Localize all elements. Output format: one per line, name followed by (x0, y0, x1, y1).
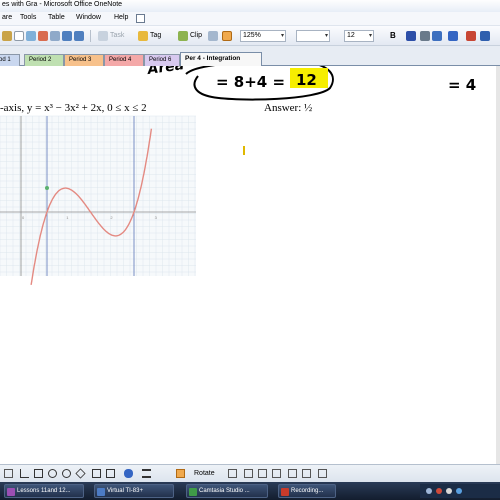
bullets-icon[interactable] (432, 31, 442, 41)
handwriting-result: 12 (296, 71, 317, 89)
taskbar-item-virtual-ti[interactable]: Virtual TI-83+ (94, 484, 174, 498)
windows-taskbar: Lessons 11and 12... Virtual TI-83+ Camta… (0, 482, 500, 500)
volume-icon[interactable] (446, 488, 452, 494)
handwriting-sum: = 8+4 = (216, 73, 285, 91)
arrange-icon[interactable] (244, 469, 253, 478)
drawing-toolbar: Rotate (0, 464, 500, 482)
section-tabs: od 1 Period 2 Period 3 Period 4 Period 6… (0, 46, 500, 67)
chevron-down-icon: ▾ (280, 33, 284, 39)
menu-bar: are Tools Table Window Help (0, 12, 500, 26)
rectangle-icon[interactable] (34, 469, 43, 478)
page-icon[interactable] (14, 31, 24, 41)
lasso-icon[interactable] (176, 469, 185, 478)
align-icon[interactable] (258, 469, 267, 478)
menu-item-help[interactable]: Help (114, 14, 128, 21)
standard-toolbar: Task Tag Clip 125% ▾ ▾ 12 ▾ B (0, 26, 500, 46)
copy-icon[interactable] (50, 31, 60, 41)
undo-icon[interactable] (62, 31, 72, 41)
format-icon[interactable] (420, 31, 430, 41)
line-weight-icon[interactable] (142, 469, 151, 478)
font-size-value: 12 (347, 32, 355, 39)
max-point-marker (45, 186, 49, 190)
clip-icon[interactable] (178, 31, 188, 41)
taskbar-label: Recording... (291, 488, 324, 494)
menu-item-table[interactable]: Table (48, 14, 65, 21)
folder-icon[interactable] (2, 31, 12, 41)
bluetooth-icon[interactable] (456, 488, 462, 494)
function-graph: -10123 (0, 115, 196, 286)
camtasia-icon (189, 488, 197, 496)
grid-icon[interactable] (92, 469, 101, 478)
graph-background (0, 116, 196, 276)
clip-button[interactable]: Clip (190, 32, 202, 39)
tab-period-4[interactable]: Period 4 (104, 54, 144, 66)
line-icon[interactable] (20, 469, 29, 478)
menu-item-tools[interactable]: Tools (20, 14, 36, 21)
title-bar: es with Gra - Microsoft Office OneNote (0, 0, 500, 12)
more-tools-icon[interactable] (318, 469, 327, 478)
flip-icon[interactable] (228, 469, 237, 478)
cut-icon[interactable] (38, 31, 48, 41)
onenote-icon (7, 488, 15, 496)
toolbar-separator (90, 30, 91, 42)
pen-icon[interactable] (480, 31, 490, 41)
diamond-icon[interactable] (75, 468, 86, 479)
tab-per-4-integration[interactable]: Per 4 - Integration (180, 52, 262, 67)
taskbar-item-camtasia[interactable]: Camtasia Studio ... (186, 484, 268, 498)
page-scrollbar[interactable] (496, 66, 500, 464)
ungroup-icon[interactable] (302, 469, 311, 478)
axes-icon[interactable] (106, 469, 115, 478)
menu-item-window[interactable]: Window (76, 14, 101, 21)
taskbar-item-lessons[interactable]: Lessons 11and 12... (4, 484, 84, 498)
group-icon[interactable] (288, 469, 297, 478)
tag-icon[interactable] (138, 31, 148, 41)
chevron-down-icon: ▾ (368, 33, 372, 39)
task-button[interactable]: Task (110, 32, 124, 39)
note-page[interactable]: Area = 8+4 = 12 = 4 -axis, y = x³ − 3x² … (0, 66, 500, 464)
taskbar-item-recording[interactable]: Recording... (278, 484, 336, 498)
print-icon[interactable] (26, 31, 36, 41)
alert-icon[interactable] (436, 488, 442, 494)
answer-text: Answer: ½ (264, 102, 312, 114)
tab-period-1[interactable]: od 1 (0, 54, 20, 66)
record-icon (281, 488, 289, 496)
pen-mode-icon[interactable] (222, 31, 232, 41)
distribute-icon[interactable] (272, 469, 281, 478)
circle-icon[interactable] (62, 469, 71, 478)
chevron-down-icon: ▾ (324, 33, 328, 39)
zoom-value: 125% (243, 32, 261, 39)
font-color-icon[interactable] (406, 31, 416, 41)
tab-period-3[interactable]: Period 3 (64, 54, 104, 66)
zoom-select[interactable]: 125% ▾ (240, 30, 286, 42)
handwriting-right: = 4 (448, 76, 476, 94)
eraser-icon[interactable] (466, 31, 476, 41)
tab-period-2[interactable]: Period 2 (24, 54, 64, 66)
network-icon[interactable] (426, 488, 432, 494)
screen-icon[interactable] (208, 31, 218, 41)
calculator-icon (97, 488, 105, 496)
taskbar-label: Virtual TI-83+ (107, 488, 143, 494)
page-canvas: Area = 8+4 = 12 = 4 -axis, y = x³ − 3x² … (0, 66, 476, 286)
font-size-select[interactable]: 12 ▾ (344, 30, 374, 42)
task-flag-icon[interactable] (98, 31, 108, 41)
select-icon[interactable] (4, 469, 13, 478)
system-tray (420, 484, 500, 498)
redo-icon[interactable] (74, 31, 84, 41)
handwriting-area: Area (146, 66, 186, 78)
menu-item-share[interactable]: are (2, 14, 12, 21)
text-cursor (243, 146, 245, 155)
bold-button[interactable]: B (390, 31, 396, 40)
ellipse-icon[interactable] (48, 469, 57, 478)
rotate-button[interactable]: Rotate (194, 470, 215, 477)
window-title: es with Gra - Microsoft Office OneNote (2, 1, 123, 8)
pen-color-icon[interactable] (448, 31, 458, 41)
tab-period-6[interactable]: Period 6 (144, 54, 180, 66)
font-select[interactable]: ▾ (296, 30, 330, 42)
problem-statement: -axis, y = x³ − 3x² + 2x, 0 ≤ x ≤ 2 (0, 102, 147, 114)
help-search-icon[interactable] (136, 14, 145, 23)
taskbar-label: Lessons 11and 12... (17, 488, 71, 494)
taskbar-label: Camtasia Studio ... (199, 488, 250, 494)
tag-button[interactable]: Tag (150, 32, 161, 39)
color-icon[interactable] (124, 469, 133, 478)
